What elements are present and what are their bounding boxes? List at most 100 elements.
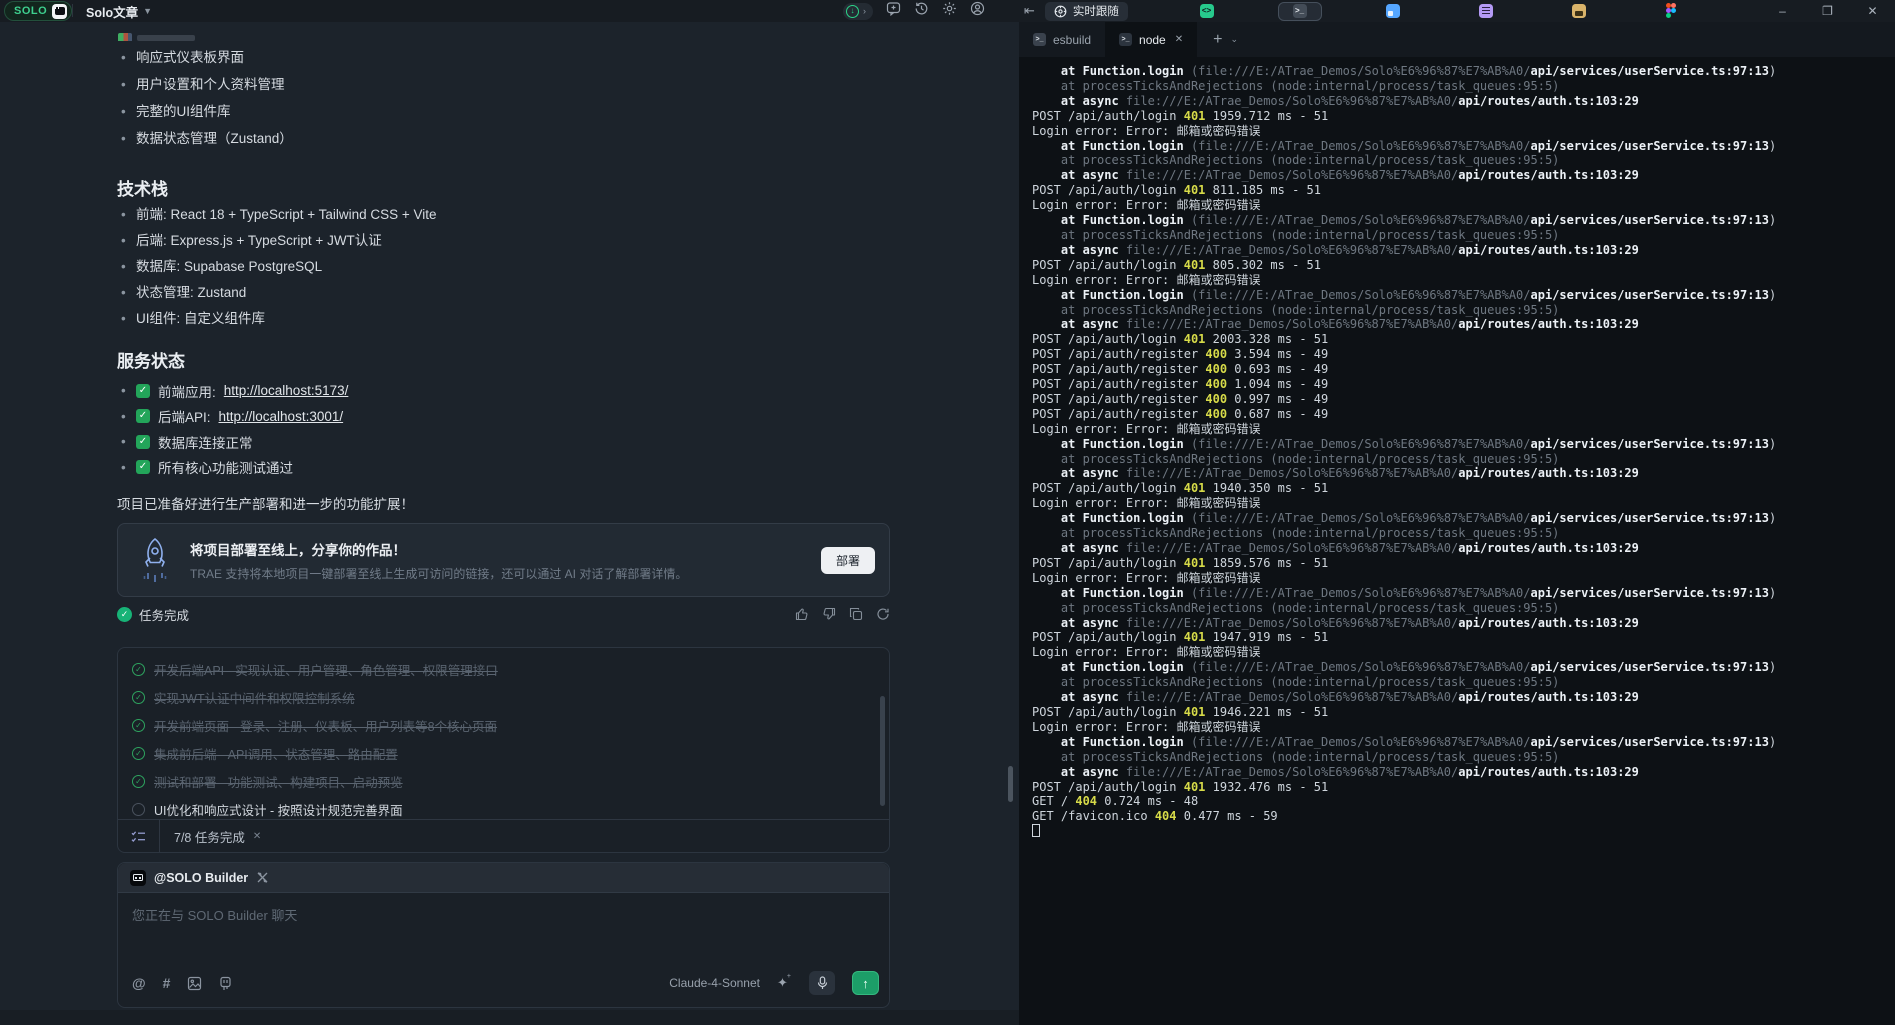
error-line: Login error: Error: 邮箱或密码错误	[1032, 645, 1895, 660]
project-tab[interactable]: Solo文章 ▼	[86, 0, 152, 22]
minimize-button[interactable]: –	[1760, 4, 1805, 18]
request-line: POST /api/auth/login 401 1859.576 ms - 5…	[1032, 556, 1895, 571]
tab-live-follow[interactable]: 实时跟随	[1045, 2, 1128, 21]
request-line: POST /api/auth/register 400 0.997 ms - 4…	[1032, 392, 1895, 407]
feature-item: 数据状态管理（Zustand）	[117, 125, 293, 152]
tools-icon[interactable]	[256, 871, 269, 884]
service-link[interactable]: http://localhost:5173/	[224, 383, 349, 398]
request-line: POST /api/auth/register 400 0.693 ms - 4…	[1032, 362, 1895, 377]
new-terminal-controls: +⌄	[1197, 22, 1238, 57]
tab-code[interactable]: <>	[1160, 0, 1253, 22]
thumbs-down-icon[interactable]	[822, 607, 836, 621]
task-row[interactable]: 开发后端API - 实现认证、用户管理、角色管理、权限管理接口	[132, 655, 875, 683]
terminal-tab-bar: >_esbuild>_node✕+⌄	[1019, 22, 1895, 57]
stack-line: at Function.login (file:///E:/ATrae_Demo…	[1032, 735, 1895, 750]
image-icon[interactable]	[187, 976, 202, 991]
close-tab-icon[interactable]: ✕	[1175, 34, 1183, 45]
request-line: POST /api/auth/login 401 1932.476 ms - 5…	[1032, 780, 1895, 795]
deploy-text: 将项目部署至线上，分享你的作品！ TRAE 支持将本地项目一键部署至线上生成可访…	[190, 539, 821, 582]
stack-line: at processTicksAndRejections (node:inter…	[1032, 303, 1895, 318]
thumbs-up-icon[interactable]	[795, 607, 809, 621]
project-tab-label: Solo文章	[86, 2, 138, 21]
history-icon[interactable]	[914, 1, 929, 21]
error-line: Login error: Error: 邮箱或密码错误	[1032, 496, 1895, 511]
stack-line: at async file:///E:/ATrae_Demos/Solo%E6%…	[1032, 616, 1895, 631]
feedback-icons	[795, 607, 890, 621]
terminal-output[interactable]: at Function.login (file:///E:/ATrae_Demo…	[1019, 57, 1895, 839]
topbar-divider	[72, 4, 73, 17]
chevron-down-icon[interactable]: ⌄	[1230, 34, 1238, 45]
terminal-tab-esbuild[interactable]: >_ esbuild	[1019, 22, 1105, 57]
tech-item: 状态管理: Zustand	[117, 280, 437, 306]
task-done-row: ✓ 任务完成	[117, 605, 890, 623]
collapse-panel-icon[interactable]: ⇤	[1024, 3, 1035, 19]
image-thumb-icon	[118, 33, 132, 41]
plus-icon[interactable]: +	[1213, 31, 1222, 49]
terminal-tab-node[interactable]: >_node✕	[1105, 22, 1197, 57]
error-line: Login error: Error: 邮箱或密码错误	[1032, 124, 1895, 139]
tab-assets[interactable]	[1532, 0, 1625, 22]
tab-terminal-active[interactable]: >_	[1253, 0, 1346, 22]
stack-line: at Function.login (file:///E:/ATrae_Demo…	[1032, 213, 1895, 228]
left-panel-scrollbar[interactable]	[1008, 766, 1013, 802]
task-list-scrollbar[interactable]	[880, 696, 885, 806]
new-chat-icon[interactable]	[886, 1, 901, 21]
clipped-list-item	[118, 31, 195, 41]
task-done-label: 任务完成	[139, 605, 795, 624]
task-check-icon	[132, 691, 145, 704]
chat-toolbar: @ # Claude-4-Sonnet ✦+ ↑	[118, 967, 889, 1007]
deploy-button[interactable]: 部署	[821, 547, 875, 574]
topbar-actions: ↓ ›	[843, 0, 985, 22]
mcp-icon[interactable]	[219, 976, 232, 991]
gear-icon[interactable]	[942, 1, 957, 21]
terminal-tab-icon: >_	[1033, 33, 1046, 46]
stack-line: at async file:///E:/ATrae_Demos/Solo%E6%…	[1032, 94, 1895, 109]
service-label: 数据库连接正常	[158, 432, 253, 452]
task-footer-close-icon[interactable]: ✕	[253, 831, 261, 842]
mic-button[interactable]	[809, 971, 835, 995]
tech-item: UI组件: 自定义组件库	[117, 306, 437, 332]
check-icon: ✓	[136, 409, 150, 423]
task-label: 实现JWT认证中间件和权限控制系统	[154, 688, 355, 707]
task-row[interactable]: 集成前后端 - API调用、状态管理、路由配置	[132, 739, 875, 767]
run-status-pill[interactable]: ↓ ›	[843, 3, 873, 20]
mention-icon[interactable]: @	[132, 975, 146, 991]
tab-docs[interactable]	[1439, 0, 1532, 22]
maximize-button[interactable]: ❐	[1805, 4, 1850, 18]
sparkle-icon[interactable]: ✦+	[777, 975, 792, 991]
task-items: 开发后端API - 实现认证、用户管理、角色管理、权限管理接口实现JWT认证中间…	[118, 648, 889, 823]
error-line: Login error: Error: 邮箱或密码错误	[1032, 422, 1895, 437]
task-row[interactable]: 测试和部署 - 功能测试、构建项目、启动预览	[132, 767, 875, 795]
close-button[interactable]: ✕	[1850, 4, 1895, 18]
send-button[interactable]: ↑	[852, 971, 879, 995]
stack-line: at Function.login (file:///E:/ATrae_Demo…	[1032, 437, 1895, 452]
task-row[interactable]: 实现JWT认证中间件和权限控制系统	[132, 683, 875, 711]
stack-line: at processTicksAndRejections (node:inter…	[1032, 601, 1895, 616]
task-footer-icon-cell[interactable]	[118, 820, 160, 852]
task-progress-label: 7/8 任务完成	[174, 827, 245, 846]
terminal-tab-label: esbuild	[1053, 33, 1091, 47]
check-icon: ✓	[136, 460, 150, 474]
refresh-icon[interactable]	[876, 607, 890, 621]
request-line: POST /api/auth/register 400 3.594 ms - 4…	[1032, 347, 1895, 362]
terminal-panel: >_esbuild>_node✕+⌄ at Function.login (fi…	[1019, 22, 1895, 1025]
chat-input[interactable]: 您正在与 SOLO Builder 聊天	[118, 893, 889, 967]
deploy-title: 将项目部署至线上，分享你的作品！	[190, 539, 821, 559]
tab-preview[interactable]	[1346, 0, 1439, 22]
chat-header: @SOLO Builder	[118, 863, 889, 893]
browser-icon	[1386, 4, 1400, 18]
service-link[interactable]: http://localhost:3001/	[219, 409, 344, 424]
tech-stack-list: 前端: React 18 + TypeScript + Tailwind CSS…	[117, 202, 437, 332]
account-icon[interactable]	[970, 1, 985, 21]
request-line: POST /api/auth/register 400 0.687 ms - 4…	[1032, 407, 1895, 422]
request-line: GET /favicon.ico 404 0.477 ms - 59	[1032, 809, 1895, 824]
error-line: Login error: Error: 邮箱或密码错误	[1032, 571, 1895, 586]
task-check-icon	[132, 775, 145, 788]
terminal-cursor	[1032, 824, 1040, 837]
task-row[interactable]: 开发前端页面 - 登录、注册、仪表板、用户列表等8个核心页面	[132, 711, 875, 739]
solo-logo[interactable]: SOLO	[4, 1, 72, 21]
copy-icon[interactable]	[849, 607, 863, 621]
tab-figma[interactable]	[1625, 0, 1718, 22]
context-hash-icon[interactable]: #	[163, 975, 171, 991]
model-selector[interactable]: Claude-4-Sonnet	[669, 976, 760, 990]
